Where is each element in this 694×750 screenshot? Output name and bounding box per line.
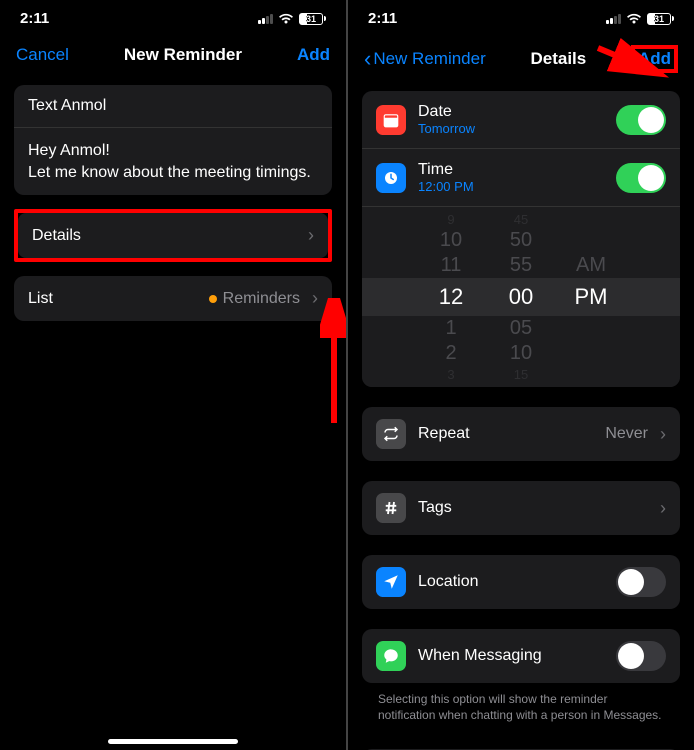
repeat-icon (376, 419, 406, 449)
calendar-icon (376, 105, 406, 135)
add-button[interactable]: Add (297, 45, 330, 65)
cellular-icon (606, 14, 621, 24)
home-indicator (108, 739, 238, 744)
reminder-text-card: Text Anmol Hey Anmol! Let me know about … (14, 85, 332, 195)
wifi-icon (626, 13, 642, 25)
list-row[interactable]: List Reminders › (14, 276, 332, 321)
add-button[interactable]: Add (631, 45, 678, 73)
date-toggle[interactable] (616, 105, 666, 135)
time-row[interactable]: Time 12:00 PM (362, 149, 680, 207)
wifi-icon (278, 13, 294, 25)
chevron-right-icon: › (308, 225, 314, 246)
chevron-right-icon: › (660, 498, 666, 519)
cellular-icon (258, 14, 273, 24)
clock-icon (376, 163, 406, 193)
page-title: New Reminder (124, 45, 242, 65)
time-picker[interactable]: 945 1050 1155AM 1200PM 105 210 315 (362, 207, 680, 387)
tags-row[interactable]: Tags › (362, 481, 680, 535)
hash-icon (376, 493, 406, 523)
navigation-bar: ‹ New Reminder Details Add (348, 33, 694, 85)
highlight-details: Details › (14, 209, 332, 262)
messaging-row[interactable]: When Messaging (362, 629, 680, 683)
chevron-right-icon: › (312, 288, 318, 309)
list-value: Reminders (209, 290, 300, 308)
messaging-hint: Selecting this option will show the remi… (362, 683, 680, 735)
location-icon (376, 567, 406, 597)
battery-icon: 31 (299, 13, 326, 25)
list-color-dot-icon (209, 295, 217, 303)
back-button[interactable]: ‹ New Reminder (364, 48, 486, 70)
status-bar: 2:11 31 (348, 0, 694, 33)
date-row[interactable]: Date Tomorrow (362, 91, 680, 149)
messaging-toggle[interactable] (616, 641, 666, 671)
title-input[interactable]: Text Anmol (14, 85, 332, 128)
time-toggle[interactable] (616, 163, 666, 193)
message-icon (376, 641, 406, 671)
navigation-bar: Cancel New Reminder Add (0, 33, 346, 77)
repeat-row[interactable]: Repeat Never › (362, 407, 680, 461)
notes-input[interactable]: Hey Anmol! Let me know about the meeting… (14, 128, 332, 195)
details-row[interactable]: Details › (18, 213, 328, 258)
location-toggle[interactable] (616, 567, 666, 597)
date-value: Tomorrow (418, 121, 604, 136)
location-row[interactable]: Location (362, 555, 680, 609)
battery-icon: 31 (647, 13, 674, 25)
cancel-button[interactable]: Cancel (16, 45, 69, 65)
clock: 2:11 (368, 10, 397, 27)
clock: 2:11 (20, 10, 49, 27)
time-value: 12:00 PM (418, 179, 604, 194)
chevron-left-icon: ‹ (364, 48, 371, 70)
status-bar: 2:11 31 (0, 0, 346, 33)
left-screenshot: 2:11 31 Cancel New Reminder Add Text Anm… (0, 0, 346, 750)
chevron-right-icon: › (660, 424, 666, 445)
right-screenshot: 2:11 31 ‹ New Reminder Details Add Date (348, 0, 694, 750)
page-title: Details (530, 49, 586, 69)
